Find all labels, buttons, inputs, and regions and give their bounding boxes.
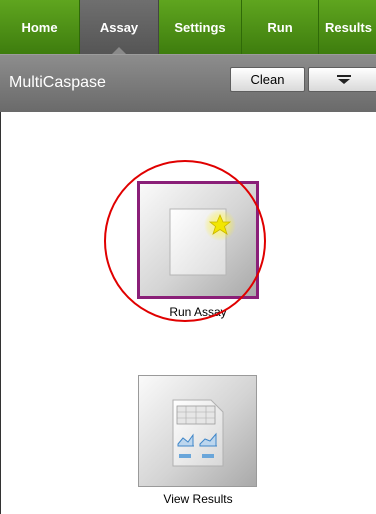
tab-settings[interactable]: Settings [159, 0, 242, 54]
spreadsheet-chart-icon [172, 399, 224, 467]
view-results-button[interactable] [138, 375, 257, 487]
view-results-label: View Results [163, 492, 233, 506]
assay-title: MultiCaspase [9, 74, 106, 91]
tab-assay[interactable]: Assay [80, 0, 159, 54]
tab-bar: Home Assay Settings Run Results [0, 0, 376, 54]
tab-run[interactable]: Run [242, 0, 319, 54]
new-document-star-icon [169, 208, 236, 276]
run-assay-button[interactable] [137, 181, 259, 299]
menu-dropdown-button[interactable] [308, 67, 376, 92]
assay-header: MultiCaspase Clean [0, 54, 376, 112]
tab-home[interactable]: Home [0, 0, 80, 54]
clean-button[interactable]: Clean [230, 67, 305, 92]
run-assay-label: Run Assay [169, 305, 227, 319]
menu-dropdown-icon [337, 75, 351, 84]
tab-results[interactable]: Results [319, 0, 376, 54]
